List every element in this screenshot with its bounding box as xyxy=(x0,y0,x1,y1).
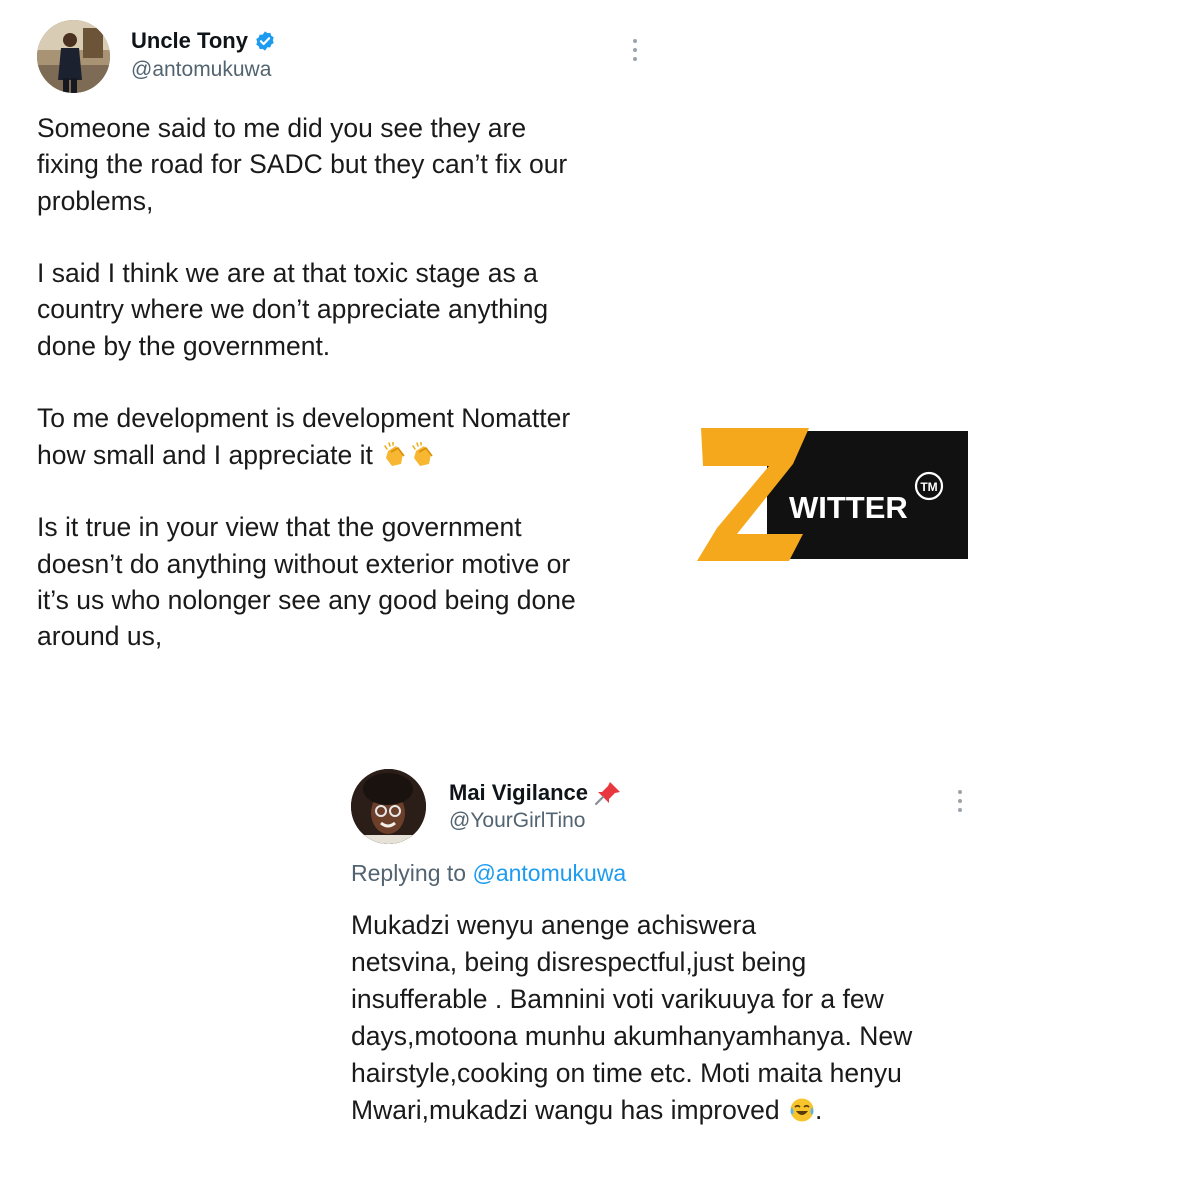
logo-text: WITTER xyxy=(789,490,908,525)
text-fragment: how small and I appreciate it xyxy=(37,439,373,470)
text-line: problems, xyxy=(37,185,154,216)
reply-tweet: Mai Vigilance @YourGirlTino Replying to … xyxy=(330,750,1010,1170)
display-name-text[interactable]: Uncle Tony xyxy=(131,28,248,54)
text-fragment: . xyxy=(814,1095,823,1125)
paragraph: To me development is development Nomatte… xyxy=(37,400,576,473)
handle[interactable]: @antomukuwa xyxy=(131,58,271,82)
verified-badge-icon xyxy=(256,31,274,51)
text-line: hairstyle,cooking on time etc. Moti mait… xyxy=(351,1058,902,1088)
zwitter-logo-graphic: WITTER TM xyxy=(697,428,968,561)
pushpin-emoji xyxy=(594,782,620,806)
text-line: doesn’t do anything without exterior mot… xyxy=(37,548,571,579)
display-name-text[interactable]: Mai Vigilance xyxy=(449,780,588,806)
avatar[interactable] xyxy=(37,20,110,93)
text-fragment: Mwari,mukadzi wangu has improved xyxy=(351,1095,780,1125)
text-line: Mukadzi wenyu anenge achiswera xyxy=(351,910,757,940)
more-options-icon[interactable] xyxy=(632,39,638,66)
display-name[interactable]: Uncle Tony xyxy=(131,28,276,54)
clapping-hands-emoji xyxy=(384,441,405,466)
more-options-icon[interactable] xyxy=(957,790,963,817)
text-line: done by the government. xyxy=(37,330,331,361)
clapping-hands-emoji xyxy=(412,441,433,466)
avatar-photo xyxy=(37,20,110,93)
tears-of-joy-emoji xyxy=(790,1098,814,1122)
text-line: To me development is development Nomatte… xyxy=(37,403,571,434)
replying-to: Replying to @antomukuwa xyxy=(351,860,626,887)
replying-to-mention[interactable]: @antomukuwa xyxy=(472,860,626,886)
replying-to-label: Replying to xyxy=(351,860,467,886)
text-line: days,motoona munhu akumhanyamhanya. New xyxy=(351,1021,913,1051)
text-line: netsvina, being disrespectful,just being xyxy=(351,947,807,977)
tweet-text: Mukadzi wenyu anenge achiswera netsvina,… xyxy=(351,907,912,1129)
text-line: Mwari,mukadzi wangu has improved . xyxy=(351,1092,912,1129)
main-tweet: Uncle Tony @antomukuwa Someone said to m… xyxy=(0,0,680,680)
zwitter-logo: WITTER TM xyxy=(697,428,968,561)
text-line: fixing the road for SADC but they can’t … xyxy=(37,149,568,180)
text-line: it’s us who nolonger see any good being … xyxy=(37,584,576,615)
avatar[interactable] xyxy=(351,769,426,844)
text-line: how small and I appreciate it xyxy=(37,437,576,473)
text-line: I said I think we are at that toxic stag… xyxy=(37,258,538,289)
text-line: around us, xyxy=(37,621,163,652)
handle[interactable]: @YourGirlTino xyxy=(449,809,585,833)
text-line: country where we don’t appreciate anythi… xyxy=(37,294,549,325)
text-line: Someone said to me did you see they are xyxy=(37,113,527,143)
avatar-photo xyxy=(351,769,426,844)
paragraph: I said I think we are at that toxic stag… xyxy=(37,255,576,364)
paragraph: Is it true in your view that the governm… xyxy=(37,509,576,654)
text-line: insufferable . Bamnini voti varikuuya fo… xyxy=(351,984,884,1014)
tweet-text: Someone said to me did you see they are … xyxy=(37,110,576,654)
trademark-text: TM xyxy=(920,480,937,494)
display-name[interactable]: Mai Vigilance xyxy=(449,780,622,806)
paragraph: Someone said to me did you see they are … xyxy=(37,110,576,219)
text-line: Is it true in your view that the governm… xyxy=(37,512,522,543)
